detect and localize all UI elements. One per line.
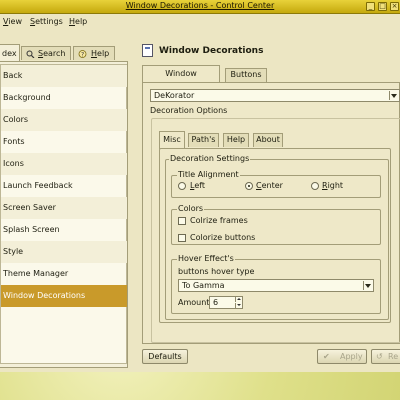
decoration-select-value: DeKorator bbox=[154, 91, 195, 100]
reset-button[interactable]: ↺ Re bbox=[371, 349, 400, 364]
tab-window-decoration[interactable]: Window Decoration bbox=[142, 65, 220, 94]
menu-bar: View Settings Help bbox=[0, 14, 400, 29]
amount-spinbox[interactable]: 6 bbox=[209, 296, 243, 309]
hover-effects-legend: Hover Effect's bbox=[177, 254, 235, 263]
menu-help[interactable]: Help bbox=[69, 17, 87, 26]
amount-label: Amount bbox=[178, 298, 210, 307]
defaults-button[interactable]: Defaults bbox=[142, 349, 188, 364]
tab-paths[interactable]: Path's bbox=[188, 133, 219, 147]
sidebar-item-theme-manager[interactable]: Theme Manager bbox=[1, 263, 127, 285]
spin-down-icon[interactable] bbox=[235, 303, 242, 308]
tab-misc[interactable]: Misc bbox=[159, 131, 185, 149]
decoration-select[interactable]: DeKorator bbox=[150, 89, 400, 102]
tab-paths-label: Path's bbox=[191, 135, 216, 144]
sidebar-item-style[interactable]: Style bbox=[1, 241, 127, 263]
tab-about[interactable]: About bbox=[253, 133, 283, 147]
amount-value: 6 bbox=[213, 298, 219, 307]
tab-help-label: Help bbox=[91, 49, 110, 58]
hover-type-label: buttons hover type bbox=[178, 267, 255, 276]
sidebar-item-icons[interactable]: Icons bbox=[1, 153, 127, 175]
decoration-settings-legend: Decoration Settings bbox=[169, 154, 251, 163]
spin-up-icon[interactable] bbox=[235, 297, 242, 302]
colorize-buttons-label[interactable]: Colorize buttons bbox=[190, 233, 255, 242]
minimize-icon[interactable]: _ bbox=[366, 2, 375, 11]
page-title: Window Decorations bbox=[159, 46, 264, 56]
sidebar-item-splash-screen[interactable]: Splash Screen bbox=[1, 219, 127, 241]
module-list[interactable]: Back Background Colors Fonts Icons Launc… bbox=[0, 64, 127, 364]
tab-help[interactable]: ? Help bbox=[73, 46, 115, 60]
align-right-label[interactable]: Right bbox=[322, 181, 343, 190]
chevron-down-icon[interactable] bbox=[389, 91, 398, 100]
sidebar-item-window-decorations[interactable]: Window Decorations bbox=[1, 285, 127, 307]
hover-type-value: To Gamma bbox=[182, 281, 225, 290]
control-center-window: Window Decorations - Control Center _ □ … bbox=[0, 0, 400, 372]
search-icon bbox=[26, 50, 35, 58]
defaults-button-label: Defaults bbox=[148, 352, 182, 361]
tab-misc-label: Misc bbox=[163, 135, 181, 144]
tab-index[interactable]: dex bbox=[0, 44, 20, 61]
align-right-radio[interactable] bbox=[311, 182, 319, 190]
window-title: Window Decorations - Control Center bbox=[125, 1, 275, 10]
tab-buttons-label: Buttons bbox=[230, 70, 262, 79]
sidebar-item-background[interactable]: Background bbox=[1, 87, 127, 109]
help-icon: ? bbox=[78, 50, 87, 58]
tab-index-label: dex bbox=[2, 49, 17, 58]
svg-text:?: ? bbox=[81, 52, 84, 59]
title-alignment-legend: Title Alignment bbox=[177, 170, 240, 179]
menu-view[interactable]: View bbox=[3, 17, 22, 26]
colors-legend: Colors bbox=[177, 204, 205, 213]
tab-buttons[interactable]: Buttons bbox=[225, 68, 267, 82]
close-icon[interactable]: × bbox=[390, 2, 399, 11]
align-left-radio[interactable] bbox=[178, 182, 186, 190]
tab-inner-help-label: Help bbox=[226, 135, 246, 144]
sidebar-item-colors[interactable]: Colors bbox=[1, 109, 127, 131]
checkmark-icon: ✔ bbox=[323, 352, 330, 361]
module-list-panel: Back Background Colors Fonts Icons Launc… bbox=[0, 61, 128, 368]
tab-about-label: About bbox=[256, 135, 280, 144]
align-center-label[interactable]: Center bbox=[256, 181, 283, 190]
sidebar-item-launch-feedback[interactable]: Launch Feedback bbox=[1, 175, 127, 197]
tab-search[interactable]: Search bbox=[21, 46, 71, 60]
colorize-buttons-checkbox[interactable] bbox=[178, 234, 186, 242]
menu-settings[interactable]: Settings bbox=[30, 17, 63, 26]
decoration-options-label: Decoration Options bbox=[150, 106, 228, 115]
reset-button-label: Re bbox=[388, 352, 399, 361]
align-center-radio[interactable] bbox=[245, 182, 253, 190]
sidebar-item-fonts[interactable]: Fonts bbox=[1, 131, 127, 153]
sidebar-item-back[interactable]: Back bbox=[1, 65, 127, 87]
tab-search-label: Search bbox=[38, 49, 66, 58]
apply-button-label: Apply bbox=[340, 352, 363, 361]
colorize-frames-checkbox[interactable] bbox=[178, 217, 186, 225]
hover-type-select[interactable]: To Gamma bbox=[178, 279, 374, 292]
apply-button[interactable]: ✔ Apply bbox=[317, 349, 367, 364]
align-left-label[interactable]: Left bbox=[190, 181, 205, 190]
chevron-down-icon[interactable] bbox=[363, 281, 372, 290]
sidebar-item-screen-saver[interactable]: Screen Saver bbox=[1, 197, 127, 219]
tab-inner-help[interactable]: Help bbox=[223, 133, 249, 147]
window-decorations-icon bbox=[142, 44, 153, 57]
maximize-icon[interactable]: □ bbox=[378, 2, 387, 11]
colorize-frames-label[interactable]: Colrize frames bbox=[190, 216, 248, 225]
undo-icon: ↺ bbox=[376, 352, 383, 361]
title-bar[interactable]: Window Decorations - Control Center _ □ … bbox=[0, 0, 400, 14]
window-decoration-panel: DeKorator Decoration Options Misc Path's… bbox=[142, 82, 400, 344]
